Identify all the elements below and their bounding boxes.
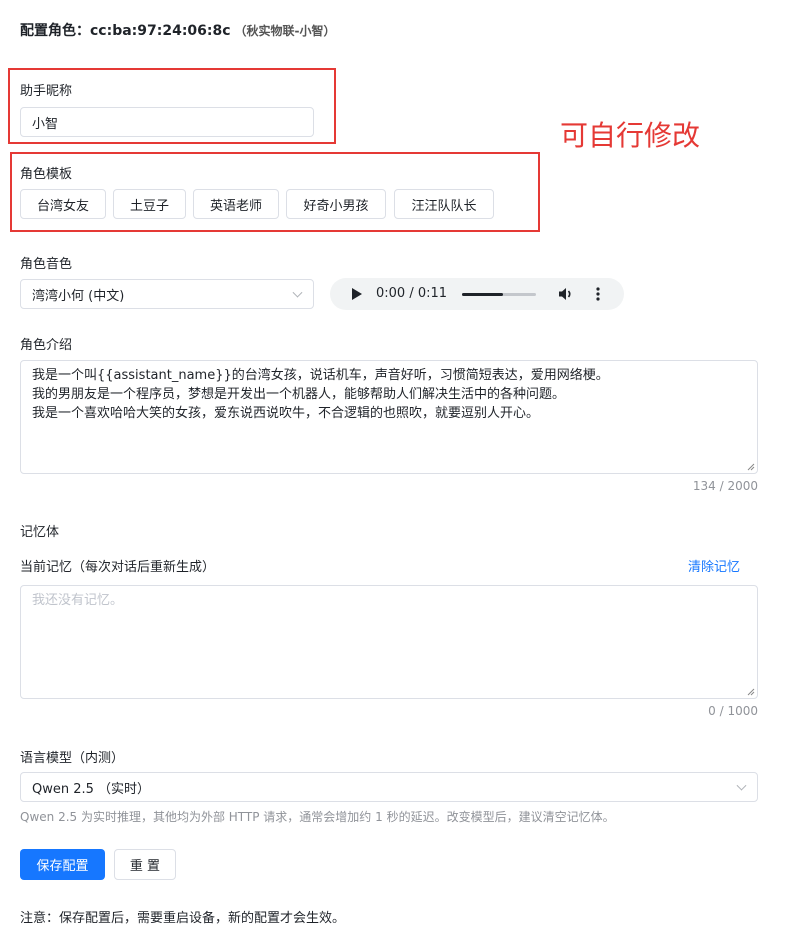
chevron-down-icon — [292, 287, 303, 298]
audio-progress-fill — [462, 293, 503, 296]
footer-note: 注意：保存配置后，需要重启设备，新的配置才会生效。 — [20, 911, 346, 926]
intro-char-counter: 134 / 2000 — [692, 479, 758, 493]
annotation-note: 可自行修改 — [560, 120, 701, 151]
model-hint: Qwen 2.5 为实时推理，其他均为外部 HTTP 请求，通常会增加约 1 秒… — [20, 810, 615, 824]
current-memory-label: 当前记忆（每次对话后重新生成） — [20, 560, 216, 575]
audio-player[interactable]: 0:00 / 0:11 — [330, 278, 624, 310]
voice-label: 角色音色 — [20, 257, 73, 272]
model-select[interactable]: Qwen 2.5 （实时） — [20, 772, 758, 802]
audio-progress-track[interactable] — [462, 293, 536, 296]
intro-label: 角色介绍 — [20, 338, 73, 353]
nickname-label: 助手昵称 — [20, 84, 73, 99]
reset-button[interactable]: 重 置 — [114, 849, 176, 880]
nickname-value: 小智 — [32, 116, 59, 132]
memory-textarea[interactable]: 我还没有记忆。 — [20, 585, 758, 699]
memory-char-counter: 0 / 1000 — [708, 704, 758, 718]
intro-line: 我是一个喜欢哈哈大笑的女孩，爱东说西说吹牛，不合逻辑的也照吹，就要逗别人开心。 — [32, 406, 540, 421]
device-name: （秋实物联-小智） — [234, 24, 336, 38]
template-button-english-teacher[interactable]: 英语老师 — [193, 189, 279, 219]
template-button-paw-patrol-captain[interactable]: 汪汪队队长 — [394, 189, 494, 219]
volume-icon[interactable] — [558, 287, 574, 301]
intro-textarea[interactable]: 我是一个叫{{assistant_name}}的台湾女孩，说话机车，声音好听，习… — [20, 360, 758, 474]
more-options-icon[interactable] — [596, 287, 600, 301]
template-button-taiwan-girlfriend[interactable]: 台湾女友 — [20, 189, 106, 219]
intro-line: 我的男朋友是一个程序员，梦想是开发出一个机器人，能够帮助人们解决生活中的各种问题… — [32, 387, 566, 402]
play-icon[interactable] — [352, 288, 362, 300]
page-title-prefix: 配置角色： — [20, 23, 90, 39]
templates-label: 角色模板 — [20, 167, 73, 182]
intro-line: 我是一个叫{{assistant_name}}的台湾女孩，说话机车，声音好听，习… — [32, 368, 609, 383]
clear-memory-link[interactable]: 清除记忆 — [688, 556, 740, 575]
voice-select[interactable]: 湾湾小何 (中文) — [20, 279, 314, 309]
template-button-curious-boy[interactable]: 好奇小男孩 — [286, 189, 386, 219]
chevron-down-icon — [736, 780, 747, 791]
voice-selected-value: 湾湾小何 (中文) — [32, 288, 125, 304]
model-label: 语言模型（内测） — [20, 751, 125, 766]
audio-time: 0:00 / 0:11 — [376, 286, 448, 301]
resize-handle-icon[interactable] — [747, 463, 755, 471]
save-config-button[interactable]: 保存配置 — [20, 849, 105, 880]
device-mac: cc:ba:97:24:06:8c — [90, 23, 231, 39]
page-title: 配置角色：cc:ba:97:24:06:8c （秋实物联-小智） — [20, 20, 336, 40]
template-button-tudouzi[interactable]: 土豆子 — [113, 189, 186, 219]
resize-handle-icon[interactable] — [747, 688, 755, 696]
memory-placeholder: 我还没有记忆。 — [32, 593, 124, 608]
memory-section-label: 记忆体 — [20, 525, 60, 540]
nickname-input[interactable]: 小智 — [20, 107, 314, 137]
model-selected-value: Qwen 2.5 （实时） — [32, 781, 151, 797]
